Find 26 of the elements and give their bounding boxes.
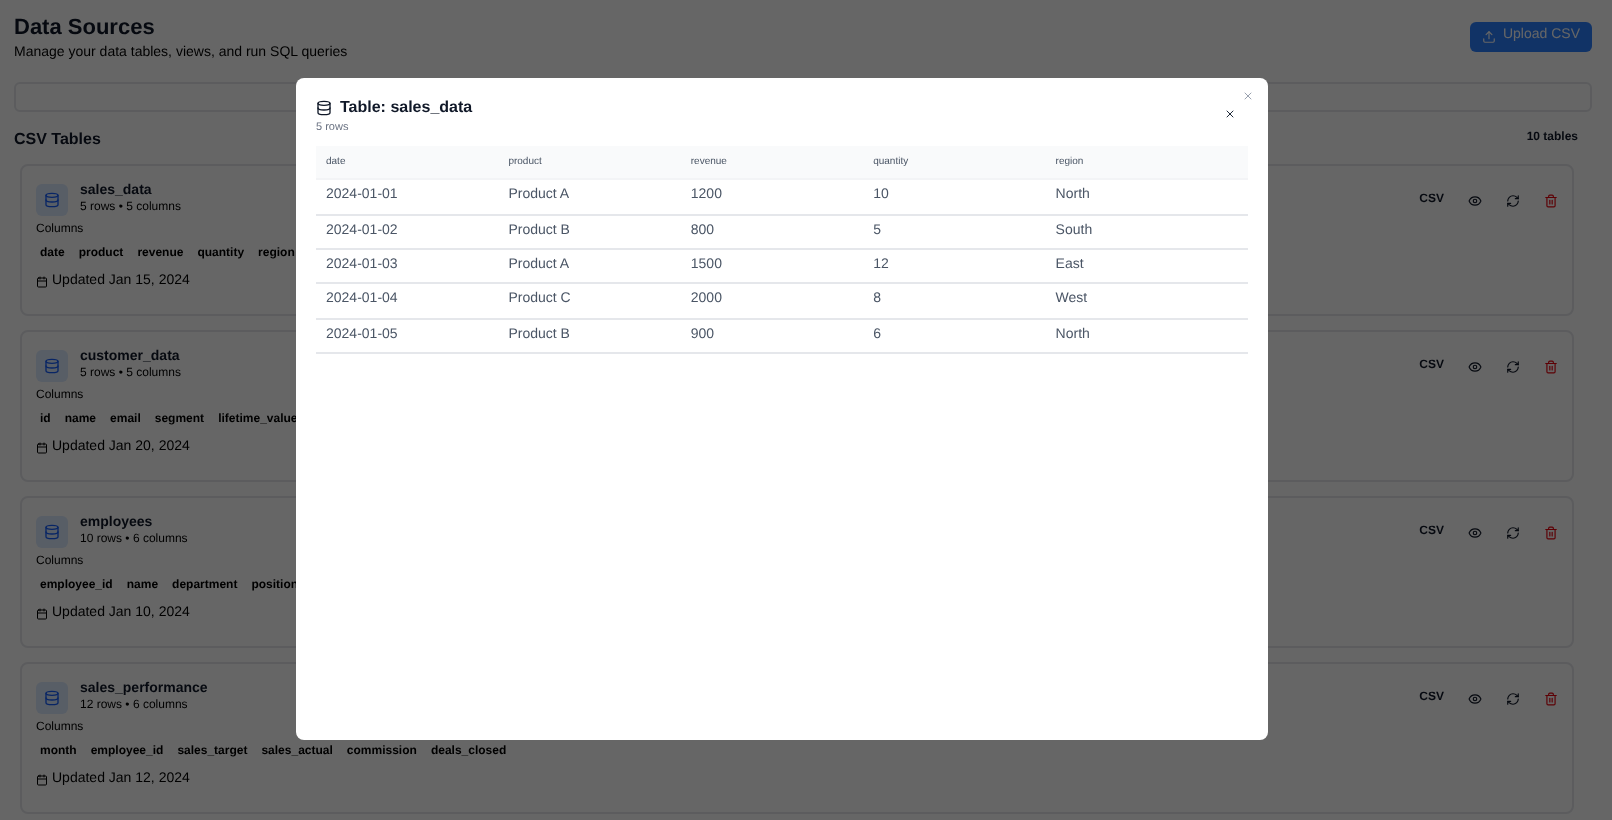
view-button[interactable]	[1468, 692, 1482, 706]
refresh-button[interactable]	[1506, 360, 1520, 374]
refresh-button[interactable]	[1506, 692, 1520, 706]
dialog-title: Table: sales_data	[340, 96, 473, 120]
calendar-icon	[36, 607, 48, 620]
delete-button[interactable]	[1544, 692, 1558, 706]
calendar-icon	[36, 441, 48, 454]
page-title: Data Sources	[14, 14, 157, 42]
delete-button[interactable]	[1544, 194, 1558, 208]
close-button[interactable]	[1224, 108, 1236, 120]
view-button[interactable]	[1468, 194, 1482, 208]
upload-icon	[1482, 30, 1497, 44]
calendar-icon	[36, 275, 48, 288]
view-button[interactable]	[1468, 526, 1482, 540]
refresh-button[interactable]	[1506, 194, 1520, 208]
table-icon	[36, 515, 68, 547]
table-icon	[36, 681, 68, 713]
delete-button[interactable]	[1544, 526, 1558, 540]
table-icon	[36, 183, 68, 215]
section-title: CSV Tables	[14, 127, 101, 151]
refresh-button[interactable]	[1506, 526, 1520, 540]
delete-button[interactable]	[1544, 360, 1558, 374]
database-icon	[316, 100, 332, 116]
calendar-icon	[36, 773, 48, 786]
view-button[interactable]	[1468, 360, 1482, 374]
table-icon	[36, 349, 68, 381]
